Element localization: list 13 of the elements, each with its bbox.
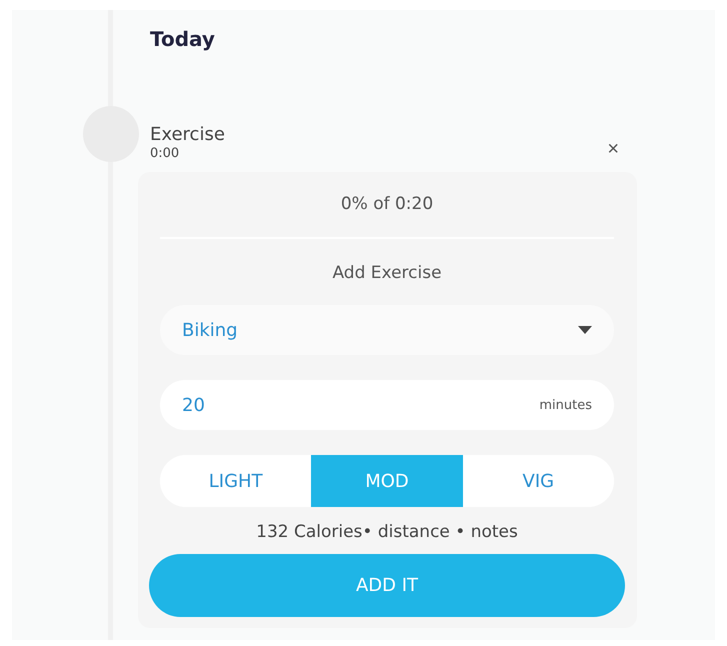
progress-text: 0% of 0:20: [340, 193, 434, 216]
section-title: Today: [149, 26, 216, 53]
summary-text: 132 Calories• distance • notes: [255, 521, 519, 544]
unit-label: minutes: [539, 398, 592, 412]
add-button[interactable]: ADD IT: [149, 554, 625, 617]
caret-icon: [578, 326, 592, 334]
entry-time: 0:00: [150, 146, 180, 162]
intensity-option[interactable]: MOD: [311, 455, 463, 507]
activity-dropdown[interactable]: Biking: [160, 305, 614, 355]
duration-field[interactable]: 20 minutes: [160, 380, 614, 430]
entry-title: Exercise: [150, 124, 225, 146]
close-button[interactable]: ×: [607, 139, 619, 159]
card-heading: Add Exercise: [331, 262, 443, 285]
